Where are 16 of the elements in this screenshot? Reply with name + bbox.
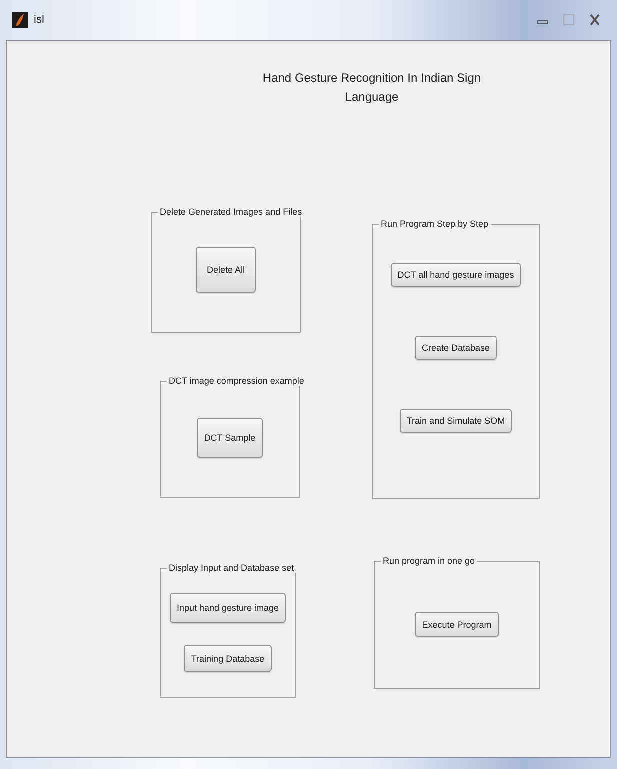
push-button[interactable]: Input hand gesture image [170,593,286,623]
panel-title: DCT image compression example [167,376,306,386]
panel-title: Display Input and Database set [167,563,296,573]
panel-title: Run program in one go [381,556,478,566]
push-button[interactable]: Training Database [184,645,272,672]
push-button[interactable]: Create Database [414,336,498,360]
push-button[interactable]: Train and Simulate SOM [400,409,512,433]
push-button[interactable]: DCT all hand gesture images [390,263,522,287]
push-button[interactable]: Delete All [196,247,256,293]
push-button[interactable]: DCT Sample [197,418,263,458]
push-button[interactable]: Execute Program [415,612,499,637]
heading: Hand Gesture Recognition In Indian Sign Language [262,70,482,106]
app-icon [12,12,28,28]
window-title: isl [34,14,44,26]
panel-title: Delete Generated Images and Files [158,207,304,217]
panel-title: Run Program Step by Step [379,219,491,229]
